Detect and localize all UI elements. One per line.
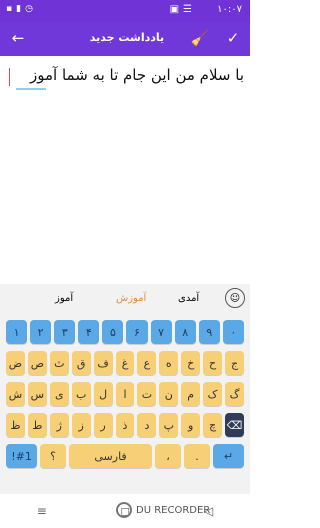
key-zhe[interactable]: ژ <box>49 413 69 437</box>
menu-icon[interactable]: ≡ <box>37 504 47 518</box>
backspace-key[interactable]: ⌫ <box>225 413 244 437</box>
key-5[interactable]: ۵ <box>102 320 124 344</box>
recorder-watermark: DU RECORDER <box>116 500 250 520</box>
key-ye[interactable]: ی <box>49 382 69 406</box>
key-hhe[interactable]: ح <box>203 351 223 375</box>
key-te[interactable]: ت <box>137 382 157 406</box>
key-sin[interactable]: س <box>27 382 47 406</box>
clock-icon: ◷ <box>25 4 33 14</box>
recorder-dot-icon <box>116 502 132 518</box>
suggestion-2[interactable]: آموزش <box>116 293 146 304</box>
key-ein[interactable]: ع <box>137 351 157 375</box>
key-khe[interactable]: خ <box>181 351 201 375</box>
key-za[interactable]: ظ <box>6 413 25 437</box>
key-6[interactable]: ۶ <box>126 320 148 344</box>
recorder-label: DU RECORDER <box>136 504 211 516</box>
suggestion-3[interactable]: آمدی <box>178 293 199 304</box>
key-kaf[interactable]: ک <box>203 382 223 406</box>
app-toolbar: ← یادداشت جدید 🧹 ✓ <box>0 22 250 56</box>
key-vav[interactable]: و <box>181 413 201 437</box>
symbols-key[interactable]: !#1 <box>6 444 38 468</box>
page-title: یادداشت جدید <box>89 31 165 44</box>
letters-row-3: ظ ط ژ ز ر ذ د پ و چ ⌫ <box>6 413 244 437</box>
suggestion-bar: آموز آموزش آمدی ☺ <box>0 284 250 314</box>
question-key[interactable]: ؟ <box>40 444 67 468</box>
check-icon[interactable]: ✓ <box>223 28 243 48</box>
enter-key[interactable]: ↵ <box>212 444 245 468</box>
sim-icon: ▪ <box>6 4 13 14</box>
period-key[interactable]: . <box>183 444 210 468</box>
key-se[interactable]: ث <box>49 351 69 375</box>
key-9[interactable]: ۹ <box>198 320 220 344</box>
status-bar: ▪ ▮ ◷ ▣ ☰ ۱۰:۰۷ <box>0 0 250 22</box>
space-key[interactable]: فارسی <box>69 444 153 468</box>
emoji-icon[interactable]: ☺ <box>225 288 245 308</box>
key-ghaf[interactable]: ق <box>71 351 91 375</box>
key-he[interactable]: ه <box>159 351 179 375</box>
key-zal[interactable]: ذ <box>115 413 135 437</box>
number-row: ۱ ۲ ۳ ۴ ۵ ۶ ۷ ۸ ۹ ۰ <box>6 320 244 344</box>
key-lam[interactable]: ل <box>93 382 113 406</box>
letters-row-1: ض ص ث ق ف غ ع ه خ ح ج <box>6 351 244 375</box>
suggestion-1[interactable]: آموز <box>55 293 73 304</box>
broom-icon[interactable]: 🧹 <box>190 28 210 48</box>
key-che[interactable]: چ <box>203 413 223 437</box>
status-left-icons: ▪ ▮ ◷ <box>6 4 33 14</box>
key-4[interactable]: ۴ <box>78 320 100 344</box>
bottom-row: !#1 ؟ فارسی ، . ↵ <box>6 444 245 468</box>
status-time: ۱۰:۰۷ <box>217 4 242 15</box>
key-sad[interactable]: ص <box>27 351 47 375</box>
key-fe[interactable]: ف <box>93 351 113 375</box>
key-mim[interactable]: م <box>181 382 201 406</box>
status-right-icons: ▣ ☰ <box>170 4 192 15</box>
key-noon[interactable]: ن <box>159 382 179 406</box>
key-8[interactable]: ۸ <box>174 320 196 344</box>
key-jim[interactable]: ج <box>225 351 244 375</box>
key-7[interactable]: ۷ <box>150 320 172 344</box>
key-re[interactable]: ر <box>93 413 113 437</box>
note-text[interactable]: با سلام من این جام تا به شما آموز <box>6 64 244 86</box>
key-ghein[interactable]: غ <box>115 351 135 375</box>
key-gaf[interactable]: گ <box>225 382 244 406</box>
key-zad[interactable]: ض <box>6 351 25 375</box>
comma-key[interactable]: ، <box>155 444 181 468</box>
notification-icon: ☰ <box>183 4 192 15</box>
key-be[interactable]: ب <box>71 382 91 406</box>
key-ta[interactable]: ط <box>27 413 47 437</box>
text-cursor <box>9 68 10 86</box>
key-alef[interactable]: ا <box>115 382 135 406</box>
key-dal[interactable]: د <box>137 413 157 437</box>
back-arrow-icon[interactable]: ← <box>8 28 28 48</box>
key-pe[interactable]: پ <box>159 413 179 437</box>
keyboard: آموز آموزش آمدی ☺ ۱ ۲ ۳ ۴ ۵ ۶ ۷ ۸ ۹ ۰ ض … <box>0 284 250 494</box>
key-1[interactable]: ۱ <box>6 320 28 344</box>
key-2[interactable]: ۲ <box>30 320 52 344</box>
key-shin[interactable]: ش <box>6 382 25 406</box>
note-editor[interactable]: با سلام من این جام تا به شما آموز <box>6 64 244 274</box>
letters-row-2: ش س ی ب ل ا ت ن م ک گ <box>6 382 244 406</box>
gallery-icon: ▣ <box>169 4 180 15</box>
key-3[interactable]: ۳ <box>54 320 76 344</box>
key-0[interactable]: ۰ <box>222 320 244 344</box>
spell-underline <box>16 88 46 90</box>
key-ze[interactable]: ز <box>71 413 91 437</box>
signal-icon: ▮ <box>16 4 22 14</box>
